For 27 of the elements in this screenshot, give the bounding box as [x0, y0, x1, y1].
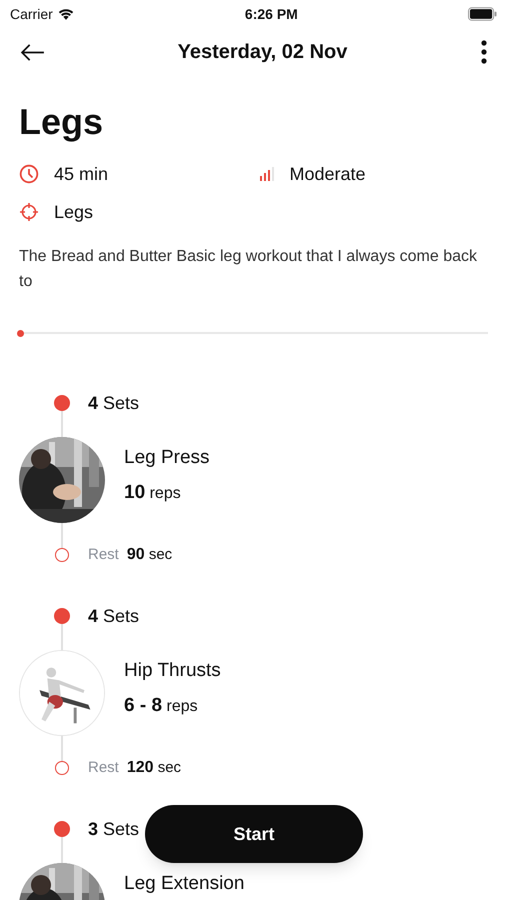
- workout-title: Legs: [19, 100, 104, 144]
- rest-duration: 120 sec: [126, 758, 182, 778]
- carrier-label: Carrier: [10, 4, 53, 24]
- sets-count: 4 Sets: [88, 604, 140, 628]
- sets-count: 3 Sets: [88, 818, 140, 840]
- screen-title: Yesterday, 02 Nov: [178, 40, 348, 65]
- exercise-name: Hip Thrusts: [124, 660, 221, 682]
- sets-count: 4 Sets: [88, 392, 140, 414]
- status-time: 6:26 PM: [244, 4, 298, 24]
- crosshair-icon: [19, 202, 39, 222]
- wifi-icon: [56, 8, 75, 20]
- more-options-button[interactable]: [478, 38, 489, 66]
- difficulty-text: Moderate: [290, 163, 366, 186]
- start-button[interactable]: Start: [145, 805, 363, 863]
- duration-text: 45 min: [54, 163, 108, 186]
- exercise-name: Leg Extension: [124, 873, 244, 895]
- reps-text: 6 - 8 reps: [124, 694, 199, 718]
- rest-label: Rest: [88, 758, 119, 778]
- battery-icon: [468, 7, 497, 21]
- workout-description: The Bread and Butter Basic leg workout that I always come back to: [19, 247, 478, 292]
- rest-label: Rest: [88, 544, 119, 565]
- clock-icon: [19, 164, 39, 184]
- rest-duration: 90 sec: [126, 545, 172, 565]
- target-muscle-text: Legs: [54, 201, 94, 224]
- signal-bars-icon: [258, 167, 274, 181]
- reps-text: 10 reps: [124, 481, 182, 505]
- exercise-name: Leg Press: [124, 447, 210, 469]
